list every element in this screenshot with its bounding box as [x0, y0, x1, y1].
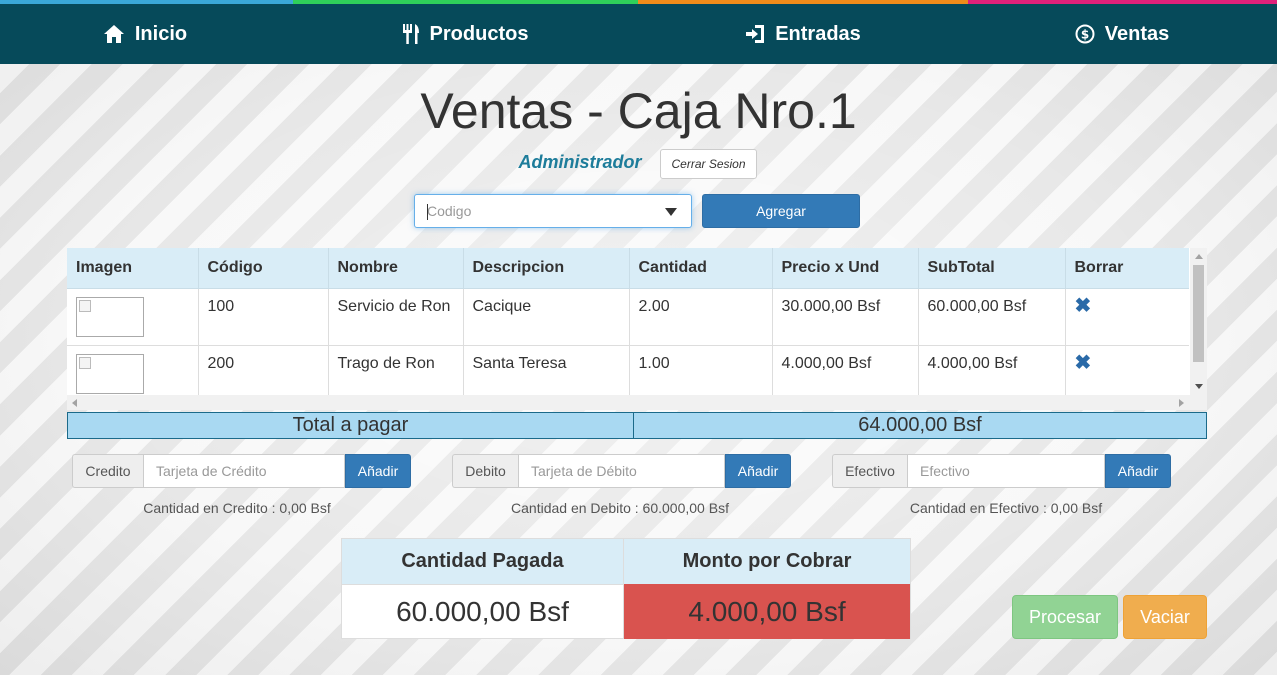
- due-value: 4.000,00 Bsf: [624, 584, 910, 639]
- nav-ventas-label: Ventas: [1104, 22, 1170, 45]
- cutlery-icon: [402, 24, 419, 44]
- nav-entradas[interactable]: Entradas: [698, 4, 908, 64]
- broken-image-icon: [76, 353, 144, 394]
- nav-productos-label: Productos: [429, 22, 529, 45]
- cash-input-group: Efectivo Efectivo Añadir: [832, 454, 1171, 488]
- logout-button[interactable]: Cerrar Sesion: [660, 149, 757, 179]
- debit-addon: Debito: [452, 454, 518, 488]
- cell-cantidad: 1.00: [629, 345, 773, 403]
- broken-image-icon: [76, 296, 144, 337]
- cell-precio: 4.000,00 Bsf: [772, 345, 919, 403]
- cell-borrar: ✖: [1065, 345, 1189, 403]
- delete-icon[interactable]: ✖: [1075, 353, 1092, 373]
- home-icon: [103, 25, 124, 43]
- cell-image: [67, 288, 199, 346]
- cart-table-container: Imagen Código Nombre Descripcion Cantida…: [67, 248, 1207, 410]
- page-title: Ventas - Caja Nro.1: [420, 83, 857, 139]
- nav-inicio[interactable]: Inicio: [40, 4, 250, 64]
- total-row: Total a pagar 64.000,00 Bsf: [67, 412, 1207, 439]
- debit-amount-note: Cantidad en Debito : 60.000,00 Bsf: [511, 500, 729, 516]
- horizontal-scrollbar[interactable]: [67, 395, 1207, 410]
- credit-addon: Credito: [72, 454, 143, 488]
- delete-icon[interactable]: ✖: [1075, 296, 1092, 316]
- add-credit-button[interactable]: Añadir: [345, 454, 411, 488]
- nav-inicio-label: Inicio: [134, 22, 188, 45]
- col-header: Imagen: [67, 248, 199, 289]
- cell-descripcion: Santa Teresa: [463, 345, 630, 403]
- cell-nombre: Trago de Ron: [328, 345, 464, 403]
- table-row: 200 Trago de Ron Santa Teresa 1.00 4.000…: [67, 345, 1189, 403]
- scroll-left-arrow-icon[interactable]: [72, 399, 77, 407]
- scroll-up-arrow-icon[interactable]: [1195, 254, 1203, 259]
- col-header: Nombre: [328, 248, 464, 289]
- col-header: Descripcion: [463, 248, 630, 289]
- clear-button[interactable]: Vaciar: [1123, 595, 1207, 639]
- table-header-row: Imagen Código Nombre Descripcion Cantida…: [67, 248, 1189, 289]
- scroll-down-arrow-icon[interactable]: [1195, 384, 1203, 389]
- add-product-button[interactable]: Agregar: [702, 194, 860, 228]
- credit-input-group: Credito Tarjeta de Crédito Añadir: [72, 454, 411, 488]
- cell-codigo: 200: [198, 345, 329, 403]
- code-select-placeholder: Codigo: [427, 203, 472, 219]
- cell-precio: 30.000,00 Bsf: [772, 288, 919, 346]
- process-button[interactable]: Procesar: [1012, 595, 1118, 639]
- col-header: SubTotal: [918, 248, 1066, 289]
- add-debit-button[interactable]: Añadir: [725, 454, 791, 488]
- cash-amount-note: Cantidad en Efectivo : 0,00 Bsf: [909, 500, 1103, 516]
- cash-addon: Efectivo: [832, 454, 907, 488]
- chevron-down-icon: [665, 208, 677, 216]
- text-cursor: [427, 204, 428, 220]
- svg-text:$: $: [1081, 28, 1089, 42]
- cell-nombre: Servicio de Ron: [328, 288, 464, 346]
- cell-image: [67, 345, 199, 403]
- col-header: Precio x Und: [772, 248, 919, 289]
- add-cash-button[interactable]: Añadir: [1105, 454, 1171, 488]
- cell-cantidad: 2.00: [629, 288, 773, 346]
- table-row: 100 Servicio de Ron Cacique 2.00 30.000,…: [67, 288, 1189, 346]
- debit-card-input[interactable]: Tarjeta de Débito: [518, 454, 725, 488]
- cell-codigo: 100: [198, 288, 329, 346]
- debit-input-group: Debito Tarjeta de Débito Añadir: [452, 454, 791, 488]
- nav-ventas[interactable]: $ Ventas: [1017, 4, 1227, 64]
- paid-header: Cantidad Pagada: [342, 539, 624, 584]
- cart-table: Imagen Código Nombre Descripcion Cantida…: [67, 248, 1189, 403]
- vertical-scrollbar[interactable]: [1190, 248, 1207, 395]
- total-label: Total a pagar: [68, 413, 634, 438]
- code-select[interactable]: Codigo: [414, 194, 692, 228]
- cell-borrar: ✖: [1065, 288, 1189, 346]
- credit-amount-note: Cantidad en Credito : 0,00 Bsf: [143, 500, 331, 516]
- cell-descripcion: Cacique: [463, 288, 630, 346]
- col-header: Código: [198, 248, 329, 289]
- nav-productos[interactable]: Productos: [360, 4, 570, 64]
- cash-input[interactable]: Efectivo: [907, 454, 1105, 488]
- payment-summary: Cantidad Pagada Monto por Cobrar 60.000,…: [341, 538, 911, 639]
- col-header: Borrar: [1065, 248, 1189, 289]
- nav-entradas-label: Entradas: [775, 22, 861, 45]
- paid-value: 60.000,00 Bsf: [342, 584, 624, 639]
- usd-circle-icon: $: [1075, 24, 1095, 44]
- due-header: Monto por Cobrar: [624, 539, 910, 584]
- user-name: Administrador: [518, 152, 642, 172]
- col-header: Cantidad: [629, 248, 773, 289]
- scroll-right-arrow-icon[interactable]: [1179, 399, 1184, 407]
- total-value: 64.000,00 Bsf: [858, 414, 982, 436]
- cell-subtotal: 4.000,00 Bsf: [918, 345, 1066, 403]
- top-navbar: Inicio Productos Entradas $ Ventas: [0, 0, 1277, 64]
- cell-subtotal: 60.000,00 Bsf: [918, 288, 1066, 346]
- log-in-icon: [746, 25, 765, 43]
- scrollbar-thumb[interactable]: [1193, 265, 1204, 362]
- credit-card-input[interactable]: Tarjeta de Crédito: [143, 454, 345, 488]
